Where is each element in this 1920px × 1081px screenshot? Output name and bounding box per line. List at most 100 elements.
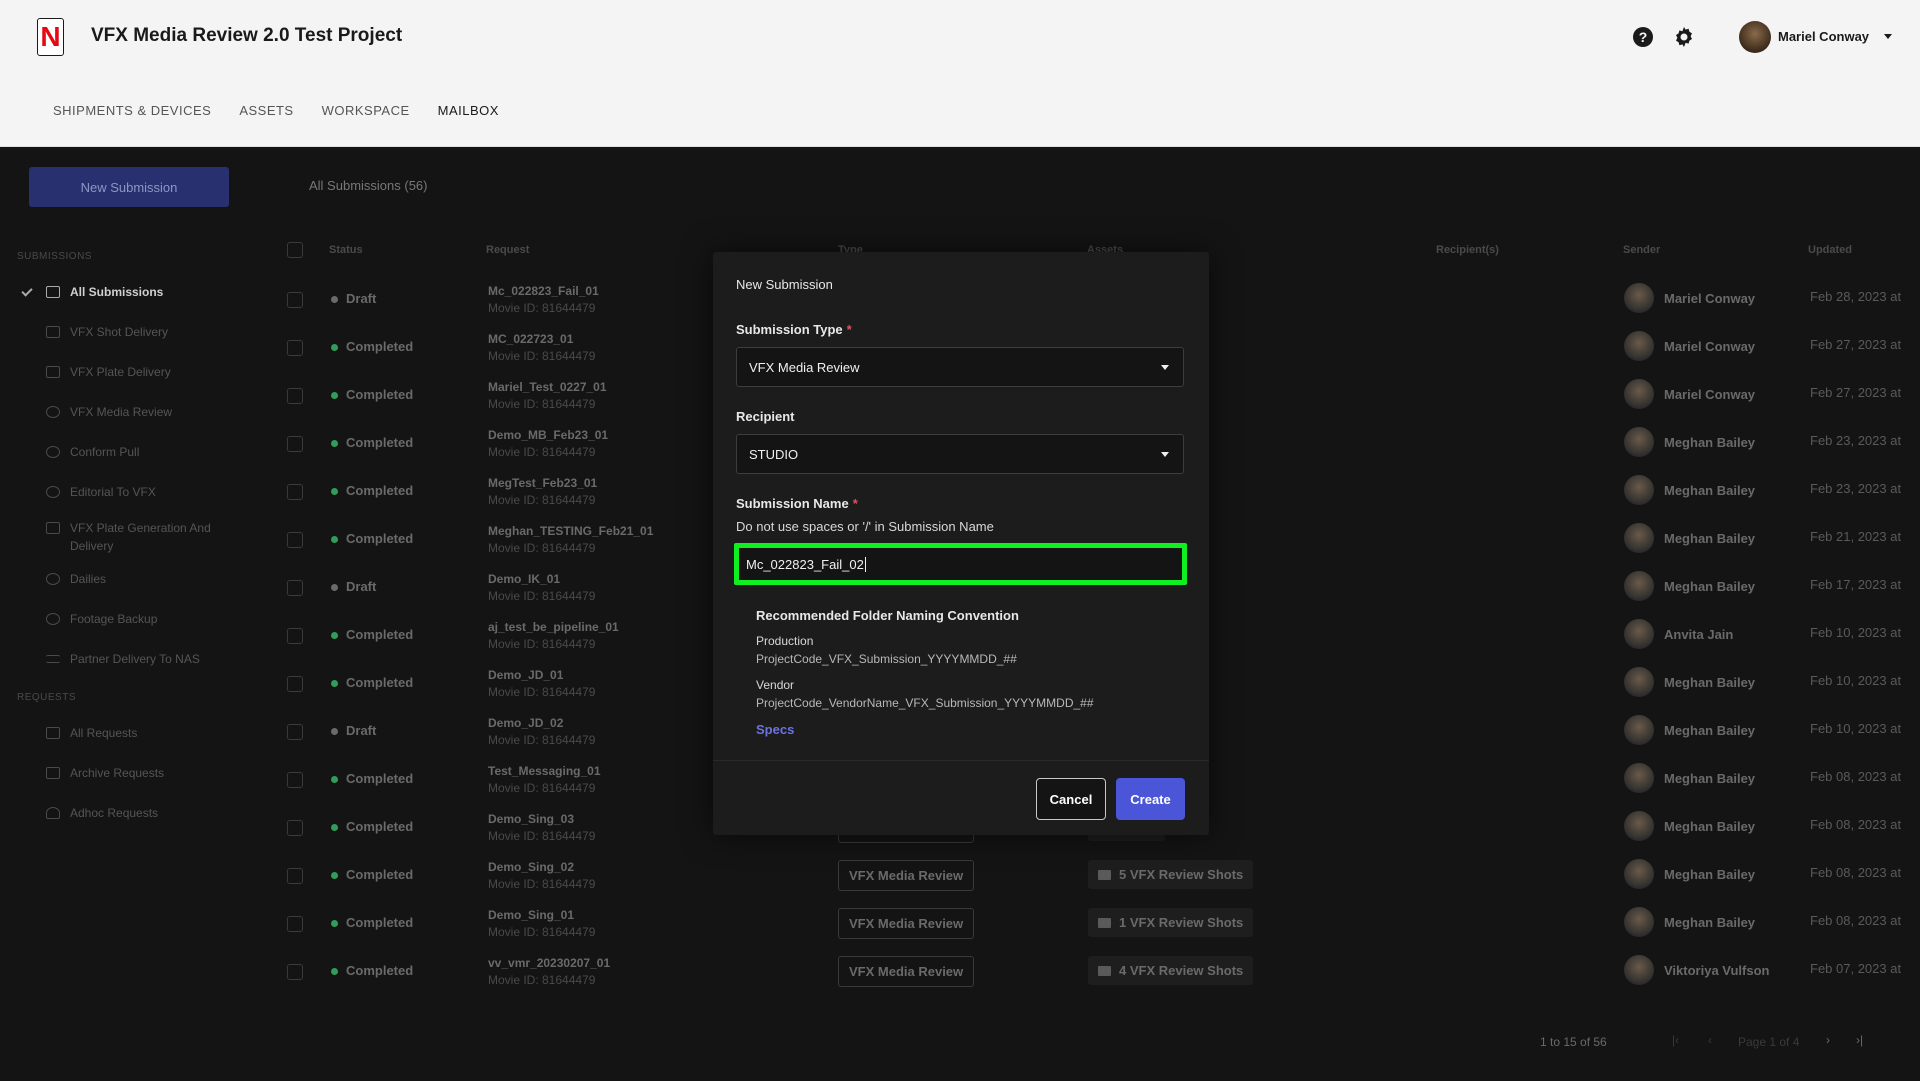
request-name[interactable]: MegTest_Feb23_01 [488, 476, 597, 490]
col-sender[interactable]: Sender [1623, 244, 1660, 256]
section-label-submissions: SUBMISSIONS [17, 251, 92, 262]
request-name[interactable]: Demo_Sing_02 [488, 860, 574, 874]
table-row[interactable]: Completed Demo_Sing_02 Movie ID: 81644479 V… [278, 855, 1920, 903]
row-checkbox[interactable] [287, 484, 303, 500]
request-name[interactable]: Mc_022823_Fail_01 [488, 284, 599, 298]
row-checkbox[interactable] [287, 292, 303, 308]
request-name[interactable]: Demo_IK_01 [488, 572, 560, 586]
sidebar-item-dailies[interactable]: Dailies [46, 572, 246, 586]
new-submission-button[interactable]: New Submission [29, 167, 229, 207]
nav-assets[interactable]: ASSETS [239, 103, 293, 118]
prev-page-icon[interactable]: ‹ [1708, 1033, 1712, 1047]
next-page-icon[interactable]: › [1826, 1033, 1830, 1047]
updated-date: Feb 23, 2023 at [1810, 481, 1902, 496]
netflix-logo[interactable]: N [37, 18, 64, 56]
request-name[interactable]: Meghan_TESTING_Feb21_01 [488, 524, 653, 538]
assets-chip[interactable]: 5 VFX Review Shots [1088, 860, 1254, 889]
recipient-value: STUDIO [749, 447, 799, 462]
row-checkbox[interactable] [287, 772, 303, 788]
sender-name: Mariel Conway [1664, 291, 1756, 306]
submission-name-label: Submission Name * [736, 496, 858, 511]
table-row[interactable]: Completed Demo_Sing_01 Movie ID: 81644479 V… [278, 903, 1920, 951]
sidebar-item-vfx-media-review[interactable]: VFX Media Review [46, 405, 246, 419]
row-checkbox[interactable] [287, 580, 303, 596]
recipient-select[interactable]: STUDIO [736, 434, 1184, 474]
assets-chip[interactable]: 4 VFX Review Shots [1088, 956, 1254, 985]
archive-icon [46, 767, 60, 779]
sidebar-item-partner-delivery-nas[interactable]: Partner Delivery To NAS [46, 652, 246, 666]
row-checkbox[interactable] [287, 820, 303, 836]
specs-link[interactable]: Specs [756, 722, 794, 737]
movie-id: Movie ID: 81644479 [488, 829, 596, 843]
row-checkbox[interactable] [287, 340, 303, 356]
nav-shipments-devices[interactable]: SHIPMENTS & DEVICES [53, 103, 211, 118]
row-checkbox[interactable] [287, 724, 303, 740]
nav-workspace[interactable]: WORKSPACE [322, 103, 410, 118]
sidebar-item-vfx-shot-delivery[interactable]: VFX Shot Delivery [46, 325, 246, 339]
folder-icon [1098, 917, 1111, 928]
request-name[interactable]: Demo_JD_02 [488, 716, 563, 730]
submission-type-select[interactable]: VFX Media Review [736, 347, 1184, 387]
chevron-down-icon[interactable] [1884, 34, 1892, 39]
row-checkbox[interactable] [287, 532, 303, 548]
sender-name: Meghan Bailey [1664, 579, 1756, 594]
help-icon[interactable]: ? [1633, 27, 1653, 47]
status-dot [331, 680, 338, 687]
status-dot [331, 632, 338, 639]
assets-chip[interactable]: 1 VFX Review Shots [1088, 908, 1254, 937]
status-badge: Completed [346, 435, 414, 450]
request-name[interactable]: MC_022723_01 [488, 332, 573, 346]
user-avatar[interactable] [1739, 21, 1771, 53]
table-row[interactable]: Completed vv_vmr_20230207_01 Movie ID: 816… [278, 951, 1920, 999]
request-name[interactable]: vv_vmr_20230207_01 [488, 956, 610, 970]
cancel-button[interactable]: Cancel [1036, 778, 1106, 820]
status-badge: Completed [346, 531, 414, 546]
sender-name: Meghan Bailey [1664, 771, 1756, 786]
col-request[interactable]: Request [486, 244, 529, 256]
request-name[interactable]: aj_test_be_pipeline_01 [488, 620, 619, 634]
col-recipients[interactable]: Recipient(s) [1436, 244, 1499, 256]
sidebar-item-vfx-plate-generation[interactable]: VFX Plate Generation And Delivery [46, 519, 226, 555]
sidebar-item-archive-requests[interactable]: Archive Requests [46, 766, 246, 780]
movie-id: Movie ID: 81644479 [488, 349, 596, 363]
sidebar-item-conform-pull[interactable]: Conform Pull [46, 445, 246, 459]
select-all-checkbox[interactable] [287, 242, 303, 258]
col-status[interactable]: Status [329, 244, 363, 256]
request-name[interactable]: Demo_Sing_03 [488, 812, 574, 826]
request-name[interactable]: Demo_MB_Feb23_01 [488, 428, 608, 442]
request-name[interactable]: Test_Messaging_01 [488, 764, 601, 778]
status-dot [331, 776, 338, 783]
col-updated[interactable]: Updated [1808, 244, 1852, 256]
first-page-icon[interactable]: |‹ [1672, 1033, 1679, 1047]
check-icon [21, 285, 33, 297]
row-checkbox[interactable] [287, 388, 303, 404]
row-checkbox[interactable] [287, 964, 303, 980]
request-name[interactable]: Demo_Sing_01 [488, 908, 574, 922]
row-checkbox[interactable] [287, 436, 303, 452]
nav-mailbox[interactable]: MAILBOX [438, 103, 499, 118]
status-dot [331, 392, 338, 399]
sidebar-item-all-requests[interactable]: All Requests [46, 726, 246, 740]
row-checkbox[interactable] [287, 676, 303, 692]
request-name[interactable]: Demo_JD_01 [488, 668, 563, 682]
status-badge: Completed [346, 627, 414, 642]
user-name[interactable]: Mariel Conway [1778, 29, 1869, 44]
row-checkbox[interactable] [287, 628, 303, 644]
status-dot [331, 344, 338, 351]
sidebar-item-adhoc-requests[interactable]: Adhoc Requests [46, 806, 246, 820]
sidebar-item-vfx-plate-delivery[interactable]: VFX Plate Delivery [46, 365, 246, 379]
updated-date: Feb 08, 2023 at [1810, 817, 1902, 832]
create-button[interactable]: Create [1116, 778, 1185, 820]
sidebar-item-editorial-to-vfx[interactable]: Editorial To VFX [46, 485, 246, 499]
sender-name: Meghan Bailey [1664, 435, 1756, 450]
request-name[interactable]: Mariel_Test_0227_01 [488, 380, 607, 394]
sidebar-item-footage-backup[interactable]: Footage Backup [46, 612, 246, 626]
gear-icon[interactable] [1672, 25, 1696, 49]
submission-name-input[interactable]: Mc_022823_Fail_02 [734, 543, 1187, 585]
row-checkbox[interactable] [287, 868, 303, 884]
movie-id: Movie ID: 81644479 [488, 397, 596, 411]
modal-divider [713, 760, 1209, 761]
row-checkbox[interactable] [287, 916, 303, 932]
sidebar-item-all-submissions[interactable]: All Submissions [46, 285, 246, 299]
last-page-icon[interactable]: ›| [1856, 1033, 1863, 1047]
